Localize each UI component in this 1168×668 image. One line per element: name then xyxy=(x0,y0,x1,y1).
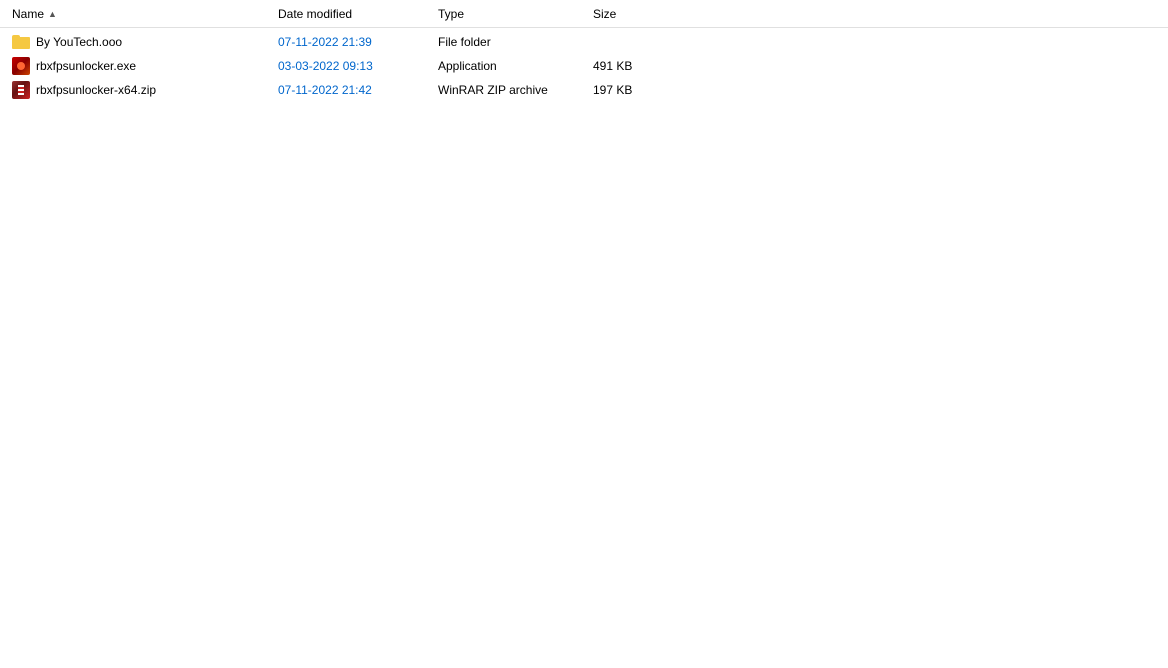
file-explorer: Name ▲ Date modified Type Size By YouTec… xyxy=(0,0,1168,668)
col-header-name[interactable]: Name ▲ xyxy=(0,7,270,21)
file-type-cell: File folder xyxy=(430,35,585,49)
col-header-size[interactable]: Size xyxy=(585,7,665,21)
table-row[interactable]: rbxfpsunlocker-x64.zip 07-11-2022 21:42 … xyxy=(0,78,1168,102)
column-headers: Name ▲ Date modified Type Size xyxy=(0,0,1168,28)
table-row[interactable]: rbxfpsunlocker.exe 03-03-2022 09:13 Appl… xyxy=(0,54,1168,78)
folder-icon xyxy=(12,35,30,49)
sort-arrow-name: ▲ xyxy=(48,9,57,19)
file-name-text: By YouTech.ooo xyxy=(36,35,122,49)
col-size-label: Size xyxy=(593,7,616,21)
file-size-cell: 197 KB xyxy=(585,83,665,97)
file-date-cell: 07-11-2022 21:39 xyxy=(270,35,430,49)
exe-icon xyxy=(12,57,30,75)
file-date-cell: 03-03-2022 09:13 xyxy=(270,59,430,73)
col-header-date[interactable]: Date modified xyxy=(270,7,430,21)
file-list: By YouTech.ooo 07-11-2022 21:39 File fol… xyxy=(0,28,1168,102)
file-name-text: rbxfpsunlocker.exe xyxy=(36,59,136,73)
zip-icon xyxy=(12,81,30,99)
table-row[interactable]: By YouTech.ooo 07-11-2022 21:39 File fol… xyxy=(0,30,1168,54)
file-name-cell: rbxfpsunlocker-x64.zip xyxy=(0,81,270,99)
file-date-cell: 07-11-2022 21:42 xyxy=(270,83,430,97)
file-size-cell: 491 KB xyxy=(585,59,665,73)
file-type-cell: WinRAR ZIP archive xyxy=(430,83,585,97)
file-name-text: rbxfpsunlocker-x64.zip xyxy=(36,83,156,97)
col-date-label: Date modified xyxy=(278,7,352,21)
file-type-cell: Application xyxy=(430,59,585,73)
file-name-cell: rbxfpsunlocker.exe xyxy=(0,57,270,75)
col-type-label: Type xyxy=(438,7,464,21)
col-name-label: Name xyxy=(12,7,44,21)
file-name-cell: By YouTech.ooo xyxy=(0,35,270,49)
col-header-type[interactable]: Type xyxy=(430,7,585,21)
